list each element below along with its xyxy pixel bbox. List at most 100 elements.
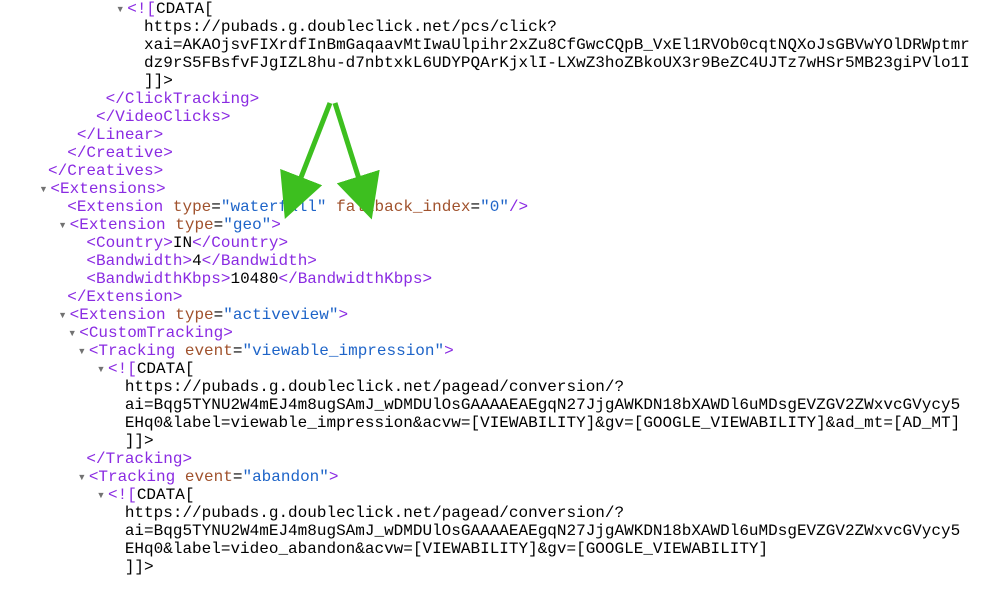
tag-name: BandwidthKbps bbox=[298, 270, 423, 288]
tag-text: </Tracking> bbox=[86, 450, 192, 468]
customtracking-element: ▼<CustomTracking> bbox=[0, 324, 970, 342]
tag-text: </Linear> bbox=[77, 126, 163, 144]
toggle-icon[interactable]: ▼ bbox=[67, 324, 77, 342]
cdata-close: ]]> bbox=[0, 432, 970, 450]
cdata-prefix: <![ bbox=[108, 486, 137, 504]
toggle-icon[interactable]: ▼ bbox=[96, 486, 106, 504]
cdata-line: xai=AKAOjsvFIXrdfInBmGaqaavMtIwaUlpihr2x… bbox=[0, 36, 970, 54]
cdata-end: ]]> bbox=[144, 72, 173, 90]
tag-name: Tracking bbox=[98, 468, 175, 486]
cdata-close: ]]> bbox=[0, 72, 970, 90]
country-element: <Country>IN</Country> bbox=[0, 234, 970, 252]
toggle-icon[interactable]: ▼ bbox=[115, 0, 125, 18]
cdata-line: https://pubads.g.doubleclick.net/pagead/… bbox=[0, 504, 970, 522]
cdata-close: ]]> bbox=[0, 558, 970, 576]
close-tag: </ClickTracking> bbox=[0, 90, 970, 108]
punct: < bbox=[67, 198, 77, 216]
cdata-text: xai=AKAOjsvFIXrdfInBmGaqaavMtIwaUlpihr2x… bbox=[144, 36, 970, 54]
cdata-line: ai=Bqg5TYNU2W4mEJ4m8ugSAmJ_wDMDUlOsGAAAA… bbox=[0, 396, 970, 414]
punct: > bbox=[423, 270, 433, 288]
punct: > bbox=[163, 234, 173, 252]
bandwidthkbps-element: <BandwidthKbps>10480</BandwidthKbps> bbox=[0, 270, 970, 288]
punct: > bbox=[278, 234, 288, 252]
cdata-text: EHq0&label=video_abandon&acvw=[VIEWABILI… bbox=[125, 540, 768, 558]
tag-name: Extension bbox=[79, 306, 165, 324]
attr-value: "geo" bbox=[223, 216, 271, 234]
cdata-end: ]]> bbox=[125, 558, 154, 576]
punct: > bbox=[182, 252, 192, 270]
punct: < bbox=[89, 342, 99, 360]
close-tag: </Extension> bbox=[0, 288, 970, 306]
cdata-open: ▼<![CDATA[ bbox=[0, 0, 970, 18]
tag-name: BandwidthKbps bbox=[96, 270, 221, 288]
tag-text: </Creatives> bbox=[48, 162, 163, 180]
tag-name: Bandwidth bbox=[221, 252, 307, 270]
attr-name: fallback_index bbox=[336, 198, 470, 216]
cdata-text: CDATA[ bbox=[137, 360, 195, 378]
cdata-line: dz9rS5FBsfvFJgIZL8hu-d7nbtxkL6UDYPQArKjx… bbox=[0, 54, 970, 72]
cdata-open: ▼<![CDATA[ bbox=[0, 360, 970, 378]
punct: < bbox=[86, 252, 96, 270]
xml-tree-view: ▼<![CDATA[ https://pubads.g.doubleclick.… bbox=[0, 0, 970, 576]
tag-text: </ClickTracking> bbox=[106, 90, 260, 108]
cdata-text: https://pubads.g.doubleclick.net/pcs/cli… bbox=[144, 18, 557, 36]
punct: < bbox=[89, 468, 99, 486]
tag-text: <Extensions> bbox=[50, 180, 165, 198]
cdata-text: CDATA[ bbox=[156, 0, 214, 18]
cdata-prefix: <![ bbox=[127, 0, 156, 18]
toggle-icon[interactable]: ▼ bbox=[77, 468, 87, 486]
punct: /> bbox=[509, 198, 528, 216]
attr-name: type bbox=[175, 306, 213, 324]
toggle-icon[interactable]: ▼ bbox=[77, 342, 87, 360]
toggle-icon[interactable]: ▼ bbox=[58, 306, 68, 324]
cdata-line: https://pubads.g.doubleclick.net/pagead/… bbox=[0, 378, 970, 396]
attr-value: "activeview" bbox=[223, 306, 338, 324]
text-value: IN bbox=[173, 234, 192, 252]
cdata-text: EHq0&label=viewable_impression&acvw=[VIE… bbox=[125, 414, 960, 432]
punct: > bbox=[338, 306, 348, 324]
toggle-icon[interactable]: ▼ bbox=[38, 180, 48, 198]
tag-name: Tracking bbox=[98, 342, 175, 360]
punct: < bbox=[86, 270, 96, 288]
cdata-prefix: <![ bbox=[108, 360, 137, 378]
attr-value: "abandon" bbox=[242, 468, 328, 486]
cdata-line: EHq0&label=viewable_impression&acvw=[VIE… bbox=[0, 414, 970, 432]
tag-text: </VideoClicks> bbox=[96, 108, 230, 126]
cdata-line: ai=Bqg5TYNU2W4mEJ4m8ugSAmJ_wDMDUlOsGAAAA… bbox=[0, 522, 970, 540]
close-tag: </Creatives> bbox=[0, 162, 970, 180]
cdata-line: https://pubads.g.doubleclick.net/pcs/cli… bbox=[0, 18, 970, 36]
attr-value: "0" bbox=[480, 198, 509, 216]
extension-geo: ▼<Extension type="geo"> bbox=[0, 216, 970, 234]
cdata-line: EHq0&label=video_abandon&acvw=[VIEWABILI… bbox=[0, 540, 970, 558]
tag-name: Extension bbox=[79, 216, 165, 234]
text-value: 4 bbox=[192, 252, 202, 270]
cdata-text: dz9rS5FBsfvFJgIZL8hu-d7nbtxkL6UDYPQArKjx… bbox=[144, 54, 970, 72]
punct: > bbox=[329, 468, 339, 486]
attr-value: "viewable_impression" bbox=[242, 342, 444, 360]
punct: < bbox=[70, 306, 80, 324]
bandwidth-element: <Bandwidth>4</Bandwidth> bbox=[0, 252, 970, 270]
close-tag: </Linear> bbox=[0, 126, 970, 144]
tag-text: <CustomTracking> bbox=[79, 324, 233, 342]
toggle-icon[interactable]: ▼ bbox=[96, 360, 106, 378]
cdata-text: CDATA[ bbox=[137, 486, 195, 504]
punct: > bbox=[307, 252, 317, 270]
cdata-text: https://pubads.g.doubleclick.net/pagead/… bbox=[125, 504, 624, 522]
cdata-text: ai=Bqg5TYNU2W4mEJ4m8ugSAmJ_wDMDUlOsGAAAA… bbox=[125, 396, 960, 414]
extension-activeview: ▼<Extension type="activeview"> bbox=[0, 306, 970, 324]
cdata-text: https://pubads.g.doubleclick.net/pagead/… bbox=[125, 378, 624, 396]
tag-text: </Creative> bbox=[67, 144, 173, 162]
cdata-text: ai=Bqg5TYNU2W4mEJ4m8ugSAmJ_wDMDUlOsGAAAA… bbox=[125, 522, 960, 540]
toggle-icon[interactable]: ▼ bbox=[58, 216, 68, 234]
attr-name: type bbox=[173, 198, 211, 216]
tag-text: </Extension> bbox=[67, 288, 182, 306]
attr-name: type bbox=[175, 216, 213, 234]
text-value: 10480 bbox=[230, 270, 278, 288]
tag-name: Country bbox=[211, 234, 278, 252]
tag-name: Bandwidth bbox=[96, 252, 182, 270]
close-tag: </Creative> bbox=[0, 144, 970, 162]
tracking-abandon: ▼<Tracking event="abandon"> bbox=[0, 468, 970, 486]
punct: > bbox=[271, 216, 281, 234]
cdata-end: ]]> bbox=[125, 432, 154, 450]
extension-waterfall: <Extension type="waterfall" fallback_ind… bbox=[0, 198, 970, 216]
